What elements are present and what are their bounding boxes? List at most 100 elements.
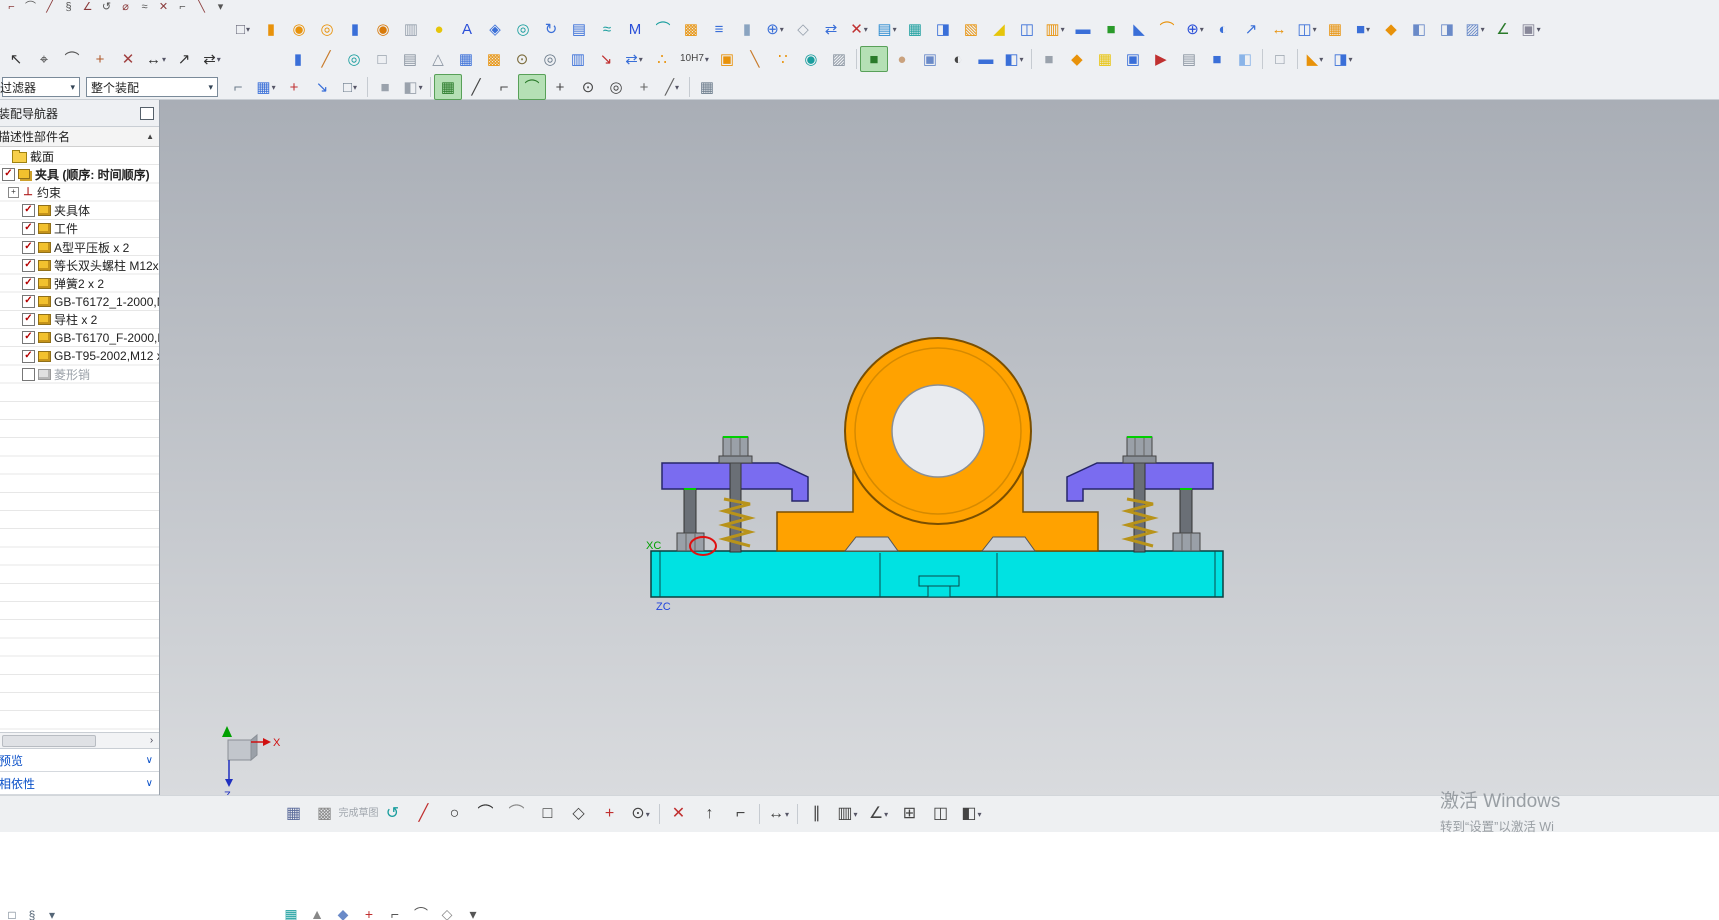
move-face-icon[interactable]: ↗ — [1237, 16, 1265, 42]
undock-button[interactable] — [140, 106, 154, 120]
contrast-icon[interactable]: ◐ — [944, 46, 972, 72]
dropdown-caret-icon[interactable]: ▾ — [780, 25, 784, 34]
rotate-body-icon[interactable]: ↻ — [537, 16, 565, 42]
new-part-icon[interactable]: □ ▾ — [229, 16, 257, 42]
dependencies-section-header[interactable]: 相依性 ∨ — [0, 772, 159, 795]
orange-prism-icon[interactable]: ◆ — [1063, 46, 1091, 72]
tree-item[interactable]: ✓ 工件 — [0, 220, 159, 238]
snap-quadrant-icon[interactable]: ◎ — [602, 74, 630, 100]
tree-column-header[interactable]: 描述性部件名 ▲ — [0, 127, 159, 147]
dropdown-caret-icon[interactable]: ▾ — [217, 55, 221, 64]
blue-cube-icon[interactable]: ■ — [1203, 46, 1231, 72]
dropdown-caret-icon[interactable]: ▾ — [1061, 25, 1065, 34]
tree-item[interactable]: 截面 — [0, 147, 159, 165]
panel-title-bar[interactable]: 装配导航器 — [0, 100, 159, 127]
pattern-tool-icon[interactable]: ▩ — [309, 800, 340, 828]
expand-icon[interactable]: + — [8, 186, 19, 198]
arc-icon[interactable]: ⌒ — [470, 800, 501, 828]
tree-item[interactable]: ✓ 夹具体 — [0, 202, 159, 220]
spreadsheet-icon[interactable]: ▩ — [480, 46, 508, 72]
pattern-curve-icon[interactable]: ⊞ — [894, 800, 925, 828]
measure-icon[interactable]: ↔ ▾ — [763, 800, 794, 828]
sheet-body-icon[interactable]: ▤ ▾ — [873, 16, 901, 42]
dropdown-caret-icon[interactable]: ▾ — [162, 55, 166, 64]
sew-icon[interactable]: ▦ — [901, 16, 929, 42]
bookmark-icon[interactable]: ▮ — [284, 46, 312, 72]
quick-extend-icon[interactable]: ↑ — [694, 800, 725, 828]
pattern-geometry-icon[interactable]: ⇄ — [817, 16, 845, 42]
cropped-bottom-icon[interactable]: + — [356, 906, 382, 920]
thread-icon[interactable]: M — [621, 16, 649, 42]
photo-icon[interactable]: ▣ — [916, 46, 944, 72]
rib-icon[interactable]: ▥ ▾ — [1041, 16, 1069, 42]
cropped-corner-icon[interactable]: □ — [2, 908, 22, 920]
green-feature-icon[interactable]: ■ — [1097, 16, 1125, 42]
torus-icon[interactable]: ◎ — [509, 16, 537, 42]
render-style-icon[interactable]: ◨ ▾ — [1329, 46, 1357, 72]
edge-blend-icon[interactable]: ⌒ — [1153, 16, 1181, 42]
emboss-icon[interactable]: ▧ — [957, 16, 985, 42]
helix-icon[interactable]: ◈ — [481, 16, 509, 42]
tree-item[interactable]: ✓ 夹具 (顺序: 时间顺序) — [0, 165, 159, 183]
gear-pair-icon[interactable]: ⊙ — [508, 46, 536, 72]
dropdown-caret-icon[interactable]: ▾ — [419, 83, 423, 92]
cropped-tool-icon[interactable]: ╱ — [40, 0, 59, 14]
scene-preferences-icon[interactable]: ▣ ▾ — [1517, 16, 1545, 42]
text-tool-icon[interactable]: A — [453, 16, 481, 42]
blocks-icon[interactable]: ▣ — [713, 46, 741, 72]
curve-select-icon[interactable]: ⌒ — [58, 46, 86, 72]
offset-curve-icon[interactable]: ◧ ▾ — [956, 800, 987, 828]
slot-icon[interactable]: ▬ — [1069, 16, 1097, 42]
pan-tool-icon[interactable]: ⇄ ▾ — [198, 46, 226, 72]
ellipse-icon[interactable]: ⊙ ▾ — [625, 800, 656, 828]
snap-endpoint-icon[interactable]: ╱ — [462, 74, 490, 100]
tree-item[interactable]: ✓ GB-T6170_F-2000,M — [0, 329, 159, 347]
datum-csys-icon[interactable]: ⊕ ▾ — [761, 16, 789, 42]
red-plus-icon[interactable]: + — [280, 74, 308, 100]
tile-window-icon[interactable]: □ — [1266, 46, 1294, 72]
cropped-tool-icon[interactable]: ▾ — [211, 0, 230, 14]
component-checkbox[interactable]: ✓ — [22, 204, 35, 218]
orient-icon[interactable]: ↗ — [170, 46, 198, 72]
snap-center-icon[interactable]: ⊙ — [574, 74, 602, 100]
component-checkbox[interactable]: ✓ — [22, 276, 35, 290]
thicken-icon[interactable]: ◨ — [929, 16, 957, 42]
dropdown-caret-icon[interactable]: ▾ — [639, 55, 643, 64]
solid-cube-icon[interactable]: ■ ▾ — [1349, 16, 1377, 42]
dropdown-caret-icon[interactable]: ▾ — [1020, 55, 1024, 64]
cropped-bottom-icon[interactable]: ◆ — [330, 906, 356, 920]
pen-icon[interactable]: ╲ — [741, 46, 769, 72]
cropped-bottom-icon[interactable]: ⌐ — [382, 906, 408, 920]
angle-constraint-icon[interactable]: ∠ ▾ — [863, 800, 894, 828]
cropped-tool-icon[interactable]: ⌐ — [2, 0, 21, 14]
work-grid-icon[interactable]: ▦ — [693, 74, 721, 100]
horizontal-scrollbar[interactable]: › — [0, 732, 159, 748]
snap-angled-icon[interactable]: ╱ ▾ — [658, 74, 686, 100]
measure-tool-icon[interactable]: ↔ ▾ — [142, 46, 170, 72]
selection-filter-dropdown[interactable]: 过滤器 ▾ — [0, 77, 80, 97]
unite-icon[interactable]: ⊕ ▾ — [1181, 16, 1209, 42]
graphics-viewport[interactable] — [160, 100, 1719, 795]
tree-item[interactable]: ✓ GB-T95-2002,M12 x — [0, 347, 159, 365]
shaft-icon[interactable]: ▥ — [397, 16, 425, 42]
chamfer-icon[interactable]: ◣ — [1125, 16, 1153, 42]
shell-icon[interactable]: ◫ — [1013, 16, 1041, 42]
gear-icon[interactable]: ◎ — [536, 46, 564, 72]
component-checkbox[interactable]: ✓ — [22, 331, 35, 345]
sphere-edit-icon[interactable]: ◉ — [797, 46, 825, 72]
dropdown-caret-icon[interactable]: ▾ — [246, 25, 250, 34]
tree-item[interactable]: + ⊥ 约束 — [0, 183, 159, 201]
component-checkbox[interactable]: ✓ — [22, 295, 35, 309]
surface-a-icon[interactable]: ◧ — [1405, 16, 1433, 42]
constraints-icon[interactable]: ▥ ▾ — [832, 800, 863, 828]
cropped-corner-icon[interactable]: § — [22, 908, 42, 920]
select-arrow-icon[interactable]: ↖ — [2, 46, 30, 72]
cropped-tool-icon[interactable]: ╲ — [192, 0, 211, 14]
pattern-face-icon[interactable]: ▦ — [1321, 16, 1349, 42]
dropdown-caret-icon[interactable]: ▾ — [893, 25, 897, 34]
dot-grid-icon[interactable]: ▩ — [677, 16, 705, 42]
dropdown-caret-icon[interactable]: ▾ — [785, 810, 789, 819]
cropped-tool-icon[interactable]: ⌒ — [21, 0, 40, 14]
component-checkbox[interactable]: ✓ — [22, 258, 35, 272]
tree-item[interactable]: ✓ 弹簧2 x 2 — [0, 274, 159, 292]
